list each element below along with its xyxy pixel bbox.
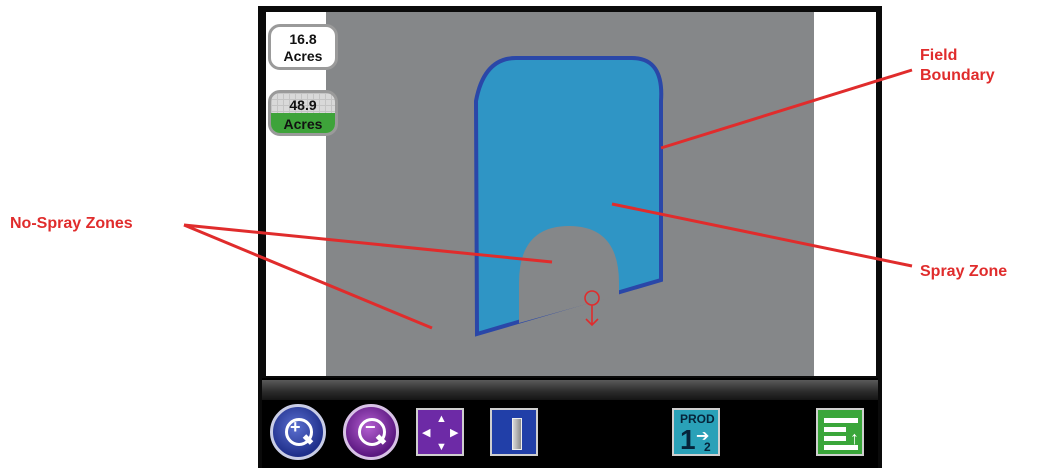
current-area-value: 16.8 (289, 31, 317, 47)
total-area-unit: Acres (283, 116, 323, 132)
zoom-in-button[interactable]: + (270, 404, 326, 460)
no-spray-callout-line-2 (183, 223, 433, 330)
split-view-icon (512, 418, 522, 450)
product-to: 2 (704, 440, 711, 454)
no-spray-zones-label: No-Spray Zones (10, 215, 133, 232)
total-area-badge: 48.9 Acres (268, 90, 338, 136)
current-area-badge: 16.8 Acres (268, 24, 338, 70)
total-area-value: 48.9 (289, 97, 317, 113)
split-view-button[interactable] (490, 408, 538, 456)
field-boundary-callout-line (660, 68, 913, 150)
product-from: 1 (680, 424, 696, 455)
product-switch-button[interactable]: PROD 1 ➔ 2 (672, 408, 720, 456)
toolbar-strip (262, 380, 878, 400)
current-area-unit: Acres (283, 48, 323, 64)
pan-button[interactable]: ▲ ▼ ◀ ▶ (416, 408, 464, 456)
layers-button[interactable]: ↑ (816, 408, 864, 456)
zoom-out-button[interactable]: − (343, 404, 399, 460)
stage: 16.8 Acres 48.9 Acres + − ▲ ▼ ◀ ▶ PROD 1… (0, 0, 1044, 468)
field-boundary-label: Field Boundary (920, 47, 995, 84)
spray-zone-label: Spray Zone (920, 263, 1008, 280)
no-spray-zone-inner (519, 226, 619, 323)
